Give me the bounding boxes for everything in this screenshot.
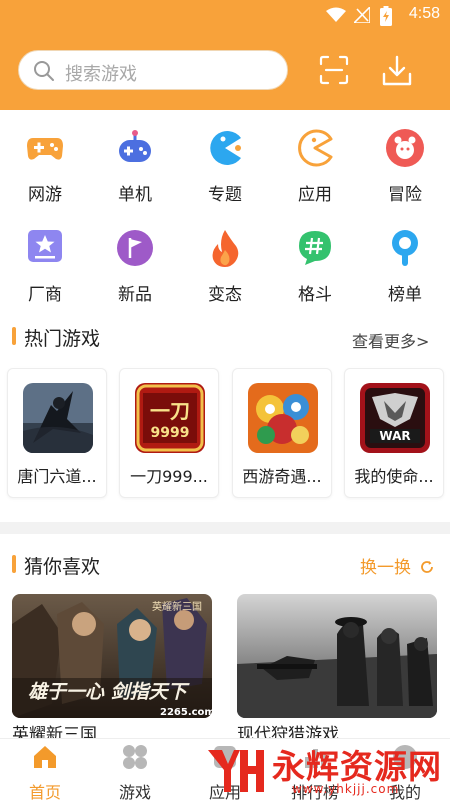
game-thumbnail — [23, 383, 93, 453]
guess-title: 猜你喜欢 — [24, 556, 101, 578]
category-modded[interactable]: 变态 — [190, 228, 260, 305]
app-header: 4:58 搜索游戏 — [0, 0, 450, 110]
section-accent-bar — [12, 555, 16, 573]
clover-icon — [123, 745, 147, 769]
game-thumbnail: 一刀 9999 — [135, 383, 205, 453]
category-label: 应用 — [298, 185, 332, 205]
nav-label: 游戏 — [118, 783, 151, 800]
thumb-text: 一刀 — [150, 399, 190, 423]
signal-icon — [354, 7, 370, 23]
category-netgame[interactable]: 网游 — [10, 128, 80, 205]
game-thumbnail: WAR — [360, 383, 430, 453]
category-label: 厂商 — [28, 285, 62, 305]
recommend-banner[interactable] — [237, 594, 437, 718]
section-accent-bar — [12, 327, 16, 345]
game-name: 我的使命... — [354, 467, 434, 486]
nav-home[interactable]: 首页 — [0, 739, 90, 800]
game-name: 一刀999... — [130, 467, 208, 486]
recommend-banner[interactable]: 雄于一心 剑指天下 英耀新三国 2265.com — [12, 594, 212, 718]
nav-games[interactable]: 游戏 — [90, 739, 180, 800]
category-ranking[interactable]: 榜单 — [370, 228, 440, 305]
swap-button[interactable]: 换一换 — [360, 553, 434, 578]
category-label: 榜单 — [388, 285, 422, 305]
home-icon — [34, 746, 56, 768]
pacman-icon — [210, 131, 241, 165]
status-bar: 4:58 — [0, 0, 450, 30]
hot-games-title: 热门游戏 — [24, 328, 101, 350]
banner-badge: 2265.com — [160, 707, 212, 718]
star-badge-icon — [28, 230, 62, 262]
category-new[interactable]: 新品 — [100, 228, 170, 305]
battery-icon — [380, 6, 392, 26]
category-adventure[interactable]: 冒险 — [370, 128, 440, 205]
wifi-icon — [326, 7, 346, 22]
status-time: 4:58 — [408, 5, 440, 22]
category-topic[interactable]: 专题 — [190, 128, 260, 205]
swap-label: 换一换 — [360, 558, 411, 578]
hot-game-card[interactable]: 西游奇遇... — [232, 368, 332, 498]
category-label: 单机 — [118, 185, 152, 205]
category-label: 网游 — [28, 185, 62, 205]
hot-game-card[interactable]: 一刀 9999 一刀999... — [119, 368, 219, 498]
category-standalone[interactable]: 单机 — [100, 128, 170, 205]
category-fighting[interactable]: 格斗 — [280, 228, 350, 305]
ranking-icon — [392, 230, 418, 266]
search-input[interactable]: 搜索游戏 — [18, 50, 288, 90]
hot-game-card[interactable]: 唐门六道... — [7, 368, 107, 498]
download-icon[interactable] — [380, 54, 414, 88]
banner-slogan: 雄于一心 剑指天下 — [28, 681, 191, 703]
pacman-outline-icon — [298, 129, 333, 167]
watermark-logo-icon — [208, 750, 264, 792]
banner-logo-text: 英耀新三国 — [152, 600, 202, 613]
watermark: 永辉资源网 www.yhkjjj.com — [196, 738, 450, 800]
gamepad-icon — [27, 138, 63, 160]
thumb-text: 9999 — [151, 425, 190, 441]
category-label: 格斗 — [298, 285, 332, 305]
game-thumbnail — [248, 383, 318, 453]
section-divider — [0, 522, 450, 534]
category-label: 新品 — [118, 285, 152, 305]
game-name: 西游奇遇... — [242, 467, 322, 486]
watermark-url: www.yhkjjj.com — [292, 782, 400, 796]
watermark-title: 永辉资源网 — [272, 747, 442, 786]
category-label: 专题 — [208, 185, 242, 205]
hashtag-icon — [299, 231, 331, 265]
category-label: 冒险 — [388, 185, 422, 205]
category-app[interactable]: 应用 — [280, 128, 350, 205]
game-name: 唐门六道... — [17, 467, 97, 486]
flag-icon — [117, 230, 153, 266]
flame-icon — [212, 230, 239, 267]
refresh-icon — [421, 561, 433, 573]
scan-icon[interactable] — [318, 54, 350, 86]
category-vendor[interactable]: 厂商 — [10, 228, 80, 305]
controller-icon — [119, 130, 151, 162]
thumb-text: WAR — [379, 429, 410, 443]
nav-label: 首页 — [28, 783, 61, 800]
character-icon — [386, 129, 424, 167]
view-more-link[interactable]: 查看更多> — [352, 328, 429, 352]
search-icon — [34, 61, 54, 81]
category-label: 变态 — [208, 285, 242, 305]
search-placeholder: 搜索游戏 — [65, 64, 137, 85]
hot-game-card[interactable]: WAR 我的使命... — [344, 368, 444, 498]
